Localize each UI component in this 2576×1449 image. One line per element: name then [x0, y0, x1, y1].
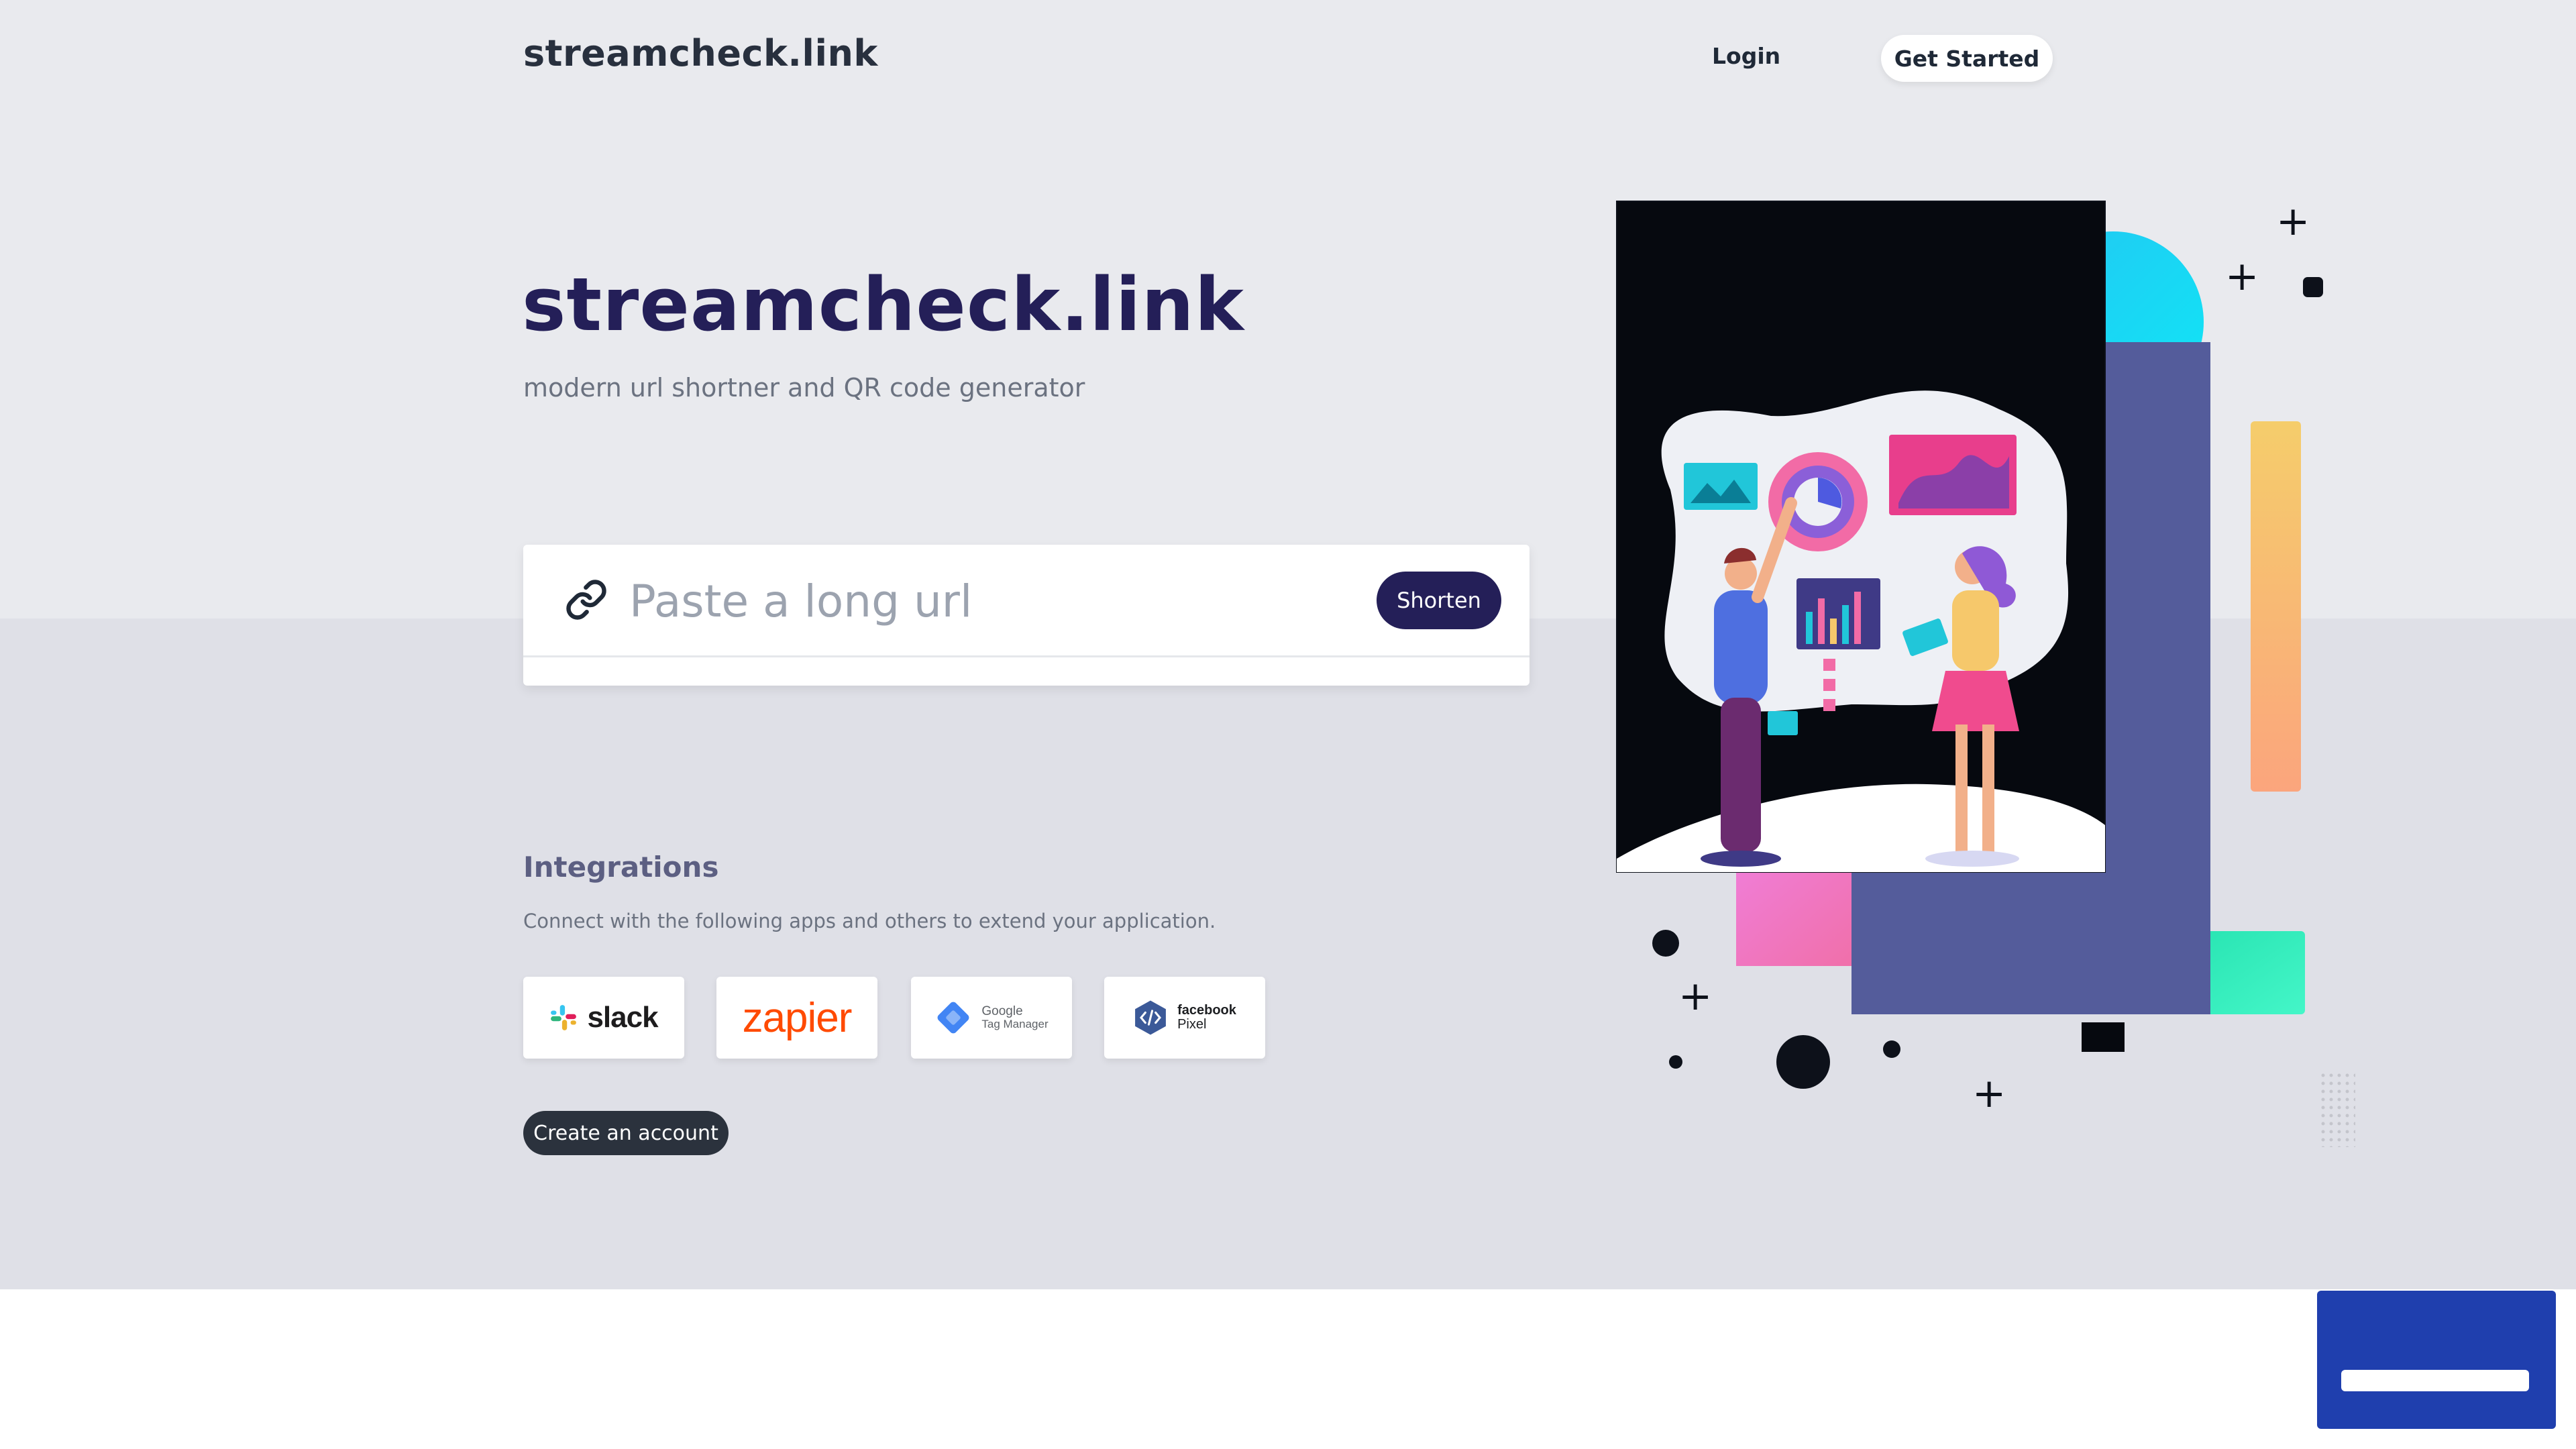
svg-text:+: +: [1972, 1070, 2006, 1117]
svg-text:+: +: [2276, 198, 2310, 245]
footer-background: [0, 1289, 2576, 1449]
card-divider: [523, 655, 1529, 657]
slack-integration-tile[interactable]: slack: [523, 977, 684, 1059]
gtm-logo-line2: Tag Manager: [981, 1018, 1049, 1031]
create-account-button[interactable]: Create an account: [523, 1111, 729, 1155]
gtm-logo-line1: Google: [981, 1004, 1023, 1019]
chat-widget-icon: [2341, 1370, 2529, 1391]
hero-subtitle: modern url shortner and QR code generato…: [523, 373, 1085, 402]
url-shortener-card: Shorten: [523, 545, 1529, 686]
facebook-pixel-integration-tile[interactable]: facebook Pixel: [1104, 977, 1265, 1059]
hero-title: streamcheck.link: [522, 262, 1244, 347]
url-input[interactable]: [629, 568, 1354, 635]
slack-icon: [551, 1005, 577, 1030]
zapier-logo-text: zapier: [742, 994, 853, 1041]
integrations-title: Integrations: [523, 851, 719, 883]
get-started-button[interactable]: Get Started: [1881, 35, 2053, 82]
svg-text:+: +: [2225, 253, 2259, 300]
login-link[interactable]: Login: [1712, 43, 1780, 69]
facebook-pixel-icon: [1135, 1000, 1167, 1035]
slack-logo-text: slack: [587, 1001, 658, 1034]
google-tag-manager-integration-tile[interactable]: Google Tag Manager: [911, 977, 1072, 1059]
hero-illustration: + + + +: [1616, 198, 2355, 1147]
zapier-integration-tile[interactable]: zapier: [716, 977, 877, 1059]
svg-text:+: +: [1678, 973, 1712, 1020]
chat-widget[interactable]: [2317, 1291, 2556, 1429]
fb-logo-line1: facebook: [1177, 1003, 1236, 1018]
brand-logo[interactable]: streamcheck.link: [523, 32, 878, 74]
shorten-button[interactable]: Shorten: [1377, 572, 1501, 629]
google-tag-manager-icon: [937, 1002, 969, 1034]
link-icon: [566, 580, 606, 620]
fb-logo-line2: Pixel: [1177, 1017, 1207, 1032]
integrations-description: Connect with the following apps and othe…: [523, 910, 1216, 932]
